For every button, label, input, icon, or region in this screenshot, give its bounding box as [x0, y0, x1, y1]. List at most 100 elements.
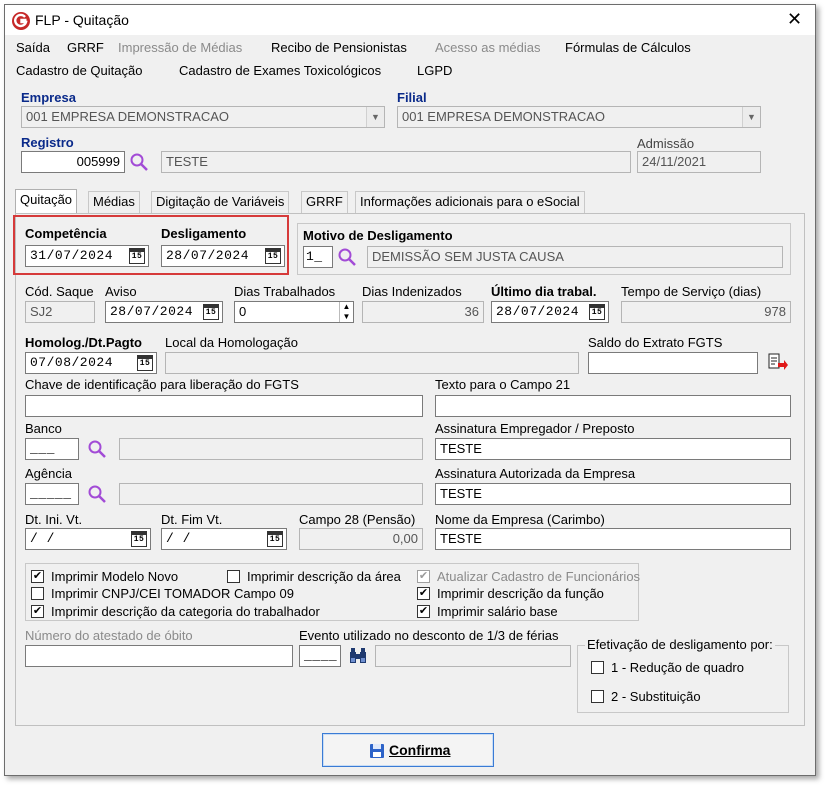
checkbox-salario-base[interactable]: ✔ — [417, 605, 430, 618]
texto-campo21-input[interactable] — [435, 395, 791, 417]
tab-grrf[interactable]: GRRF — [301, 191, 348, 213]
assinatura-empregador-input[interactable]: TESTE — [435, 438, 791, 460]
save-icon — [370, 744, 384, 758]
motivo-code-input[interactable]: 1_ — [303, 246, 333, 268]
filial-label: Filial — [397, 90, 427, 105]
spinner-icon[interactable]: ▲ ▼ — [339, 302, 353, 322]
atestado-obito-input[interactable] — [25, 645, 293, 667]
checkbox-descricao-area-label: Imprimir descrição da área — [247, 569, 401, 584]
desligamento-label: Desligamento — [161, 226, 247, 241]
export-doc-icon[interactable] — [767, 353, 789, 373]
confirma-button[interactable]: Confirma — [322, 733, 494, 767]
checkbox-descricao-funcao[interactable]: ✔ — [417, 587, 430, 600]
agencia-nome-field — [119, 483, 423, 505]
local-homolog-label: Local da Homologação — [165, 335, 298, 350]
nome-empresa-label: Nome da Empresa (Carimbo) — [435, 512, 605, 527]
checkbox-substituicao[interactable] — [591, 690, 604, 703]
registro-input[interactable]: 005999 — [21, 151, 125, 173]
menu-acesso-medias: Acesso as médias — [435, 40, 541, 55]
registro-nome-field: TESTE — [161, 151, 631, 173]
checkbox-cnpj-tomador-label: Imprimir CNPJ/CEI TOMADOR Campo 09 — [51, 586, 294, 601]
filial-select[interactable]: 001 EMPRESA DEMONSTRACAO ▼ — [397, 106, 761, 128]
dias-trabalhados-input[interactable]: 0 ▲ ▼ — [234, 301, 354, 323]
menu-lgpd[interactable]: LGPD — [417, 63, 452, 78]
ultimo-dia-input[interactable]: 28/07/2024 15 — [491, 301, 609, 323]
tab-digitacao-variaveis[interactable]: Digitação de Variáveis — [151, 191, 290, 213]
checkbox-categoria-trabalhador-label: Imprimir descrição da categoria do traba… — [51, 604, 320, 619]
tempo-servico-field: 978 — [621, 301, 791, 323]
cod-saque-label: Cód. Saque — [25, 284, 94, 299]
campo28-field: 0,00 — [299, 528, 423, 550]
motivo-desc-field: DEMISSÃO SEM JUSTA CAUSA — [367, 246, 783, 268]
menu-recibo-pensionistas[interactable]: Recibo de Pensionistas — [271, 40, 407, 55]
menu-cadastro-exames[interactable]: Cadastro de Exames Toxicológicos — [179, 63, 381, 78]
aviso-label: Aviso — [105, 284, 137, 299]
dt-ini-vt-input[interactable]: / / 15 — [25, 528, 151, 550]
agencia-label: Agência — [25, 466, 72, 481]
search-icon[interactable] — [129, 152, 149, 172]
evento-ferias-desc-field — [375, 645, 571, 667]
admissao-label: Admissão — [637, 136, 695, 151]
search-icon[interactable] — [87, 439, 107, 459]
dt-ini-vt-label: Dt. Ini. Vt. — [25, 512, 83, 527]
checkbox-modelo-novo-label: Imprimir Modelo Novo — [51, 569, 179, 584]
atestado-obito-label: Número do atestado de óbito — [25, 628, 193, 643]
checkbox-cnpj-tomador[interactable] — [31, 587, 44, 600]
nome-empresa-input[interactable]: TESTE — [435, 528, 791, 550]
empresa-select[interactable]: 001 EMPRESA DEMONSTRACAO ▼ — [21, 106, 385, 128]
search-icon[interactable] — [87, 484, 107, 504]
competencia-input[interactable]: 31/07/2024 15 — [25, 245, 149, 267]
app-logo-icon — [12, 12, 30, 30]
tab-quitacao[interactable]: Quitação — [15, 189, 78, 213]
menu-cadastro-quitacao[interactable]: Cadastro de Quitação — [16, 63, 142, 78]
banco-nome-field — [119, 438, 423, 460]
motivo-label: Motivo de Desligamento — [303, 228, 453, 243]
calendar-icon[interactable]: 15 — [267, 531, 283, 547]
binoculars-icon[interactable] — [348, 647, 368, 665]
dias-trabalhados-label: Dias Trabalhados — [234, 284, 336, 299]
calendar-icon[interactable]: 15 — [137, 355, 153, 371]
ultimo-dia-label: Último dia trabal. — [491, 284, 597, 299]
tab-info-esocial[interactable]: Informações adicionais para o eSocial — [355, 191, 585, 213]
checkbox-categoria-trabalhador[interactable]: ✔ — [31, 605, 44, 618]
calendar-icon[interactable]: 15 — [203, 304, 219, 320]
homolog-input[interactable]: 07/08/2024 15 — [25, 352, 157, 374]
empresa-label: Empresa — [21, 90, 76, 105]
dias-indenizados-field: 36 — [362, 301, 484, 323]
calendar-icon[interactable]: 15 — [131, 531, 147, 547]
desligamento-input[interactable]: 28/07/2024 15 — [161, 245, 285, 267]
menu-impressao-medias: Impressão de Médias — [118, 40, 243, 55]
assinatura-empregador-label: Assinatura Empregador / Preposto — [435, 421, 635, 436]
menu-formulas-calculos[interactable]: Fórmulas de Cálculos — [565, 40, 691, 55]
cod-saque-field: SJ2 — [25, 301, 95, 323]
checkbox-descricao-funcao-label: Imprimir descrição da função — [437, 586, 604, 601]
chevron-down-icon[interactable]: ▼ — [366, 107, 384, 127]
saldo-fgts-input[interactable] — [588, 352, 758, 374]
assinatura-autorizada-input[interactable]: TESTE — [435, 483, 791, 505]
title-bar: FLP - Quitação ✕ — [5, 5, 815, 35]
calendar-icon[interactable]: 15 — [129, 248, 145, 264]
search-icon[interactable] — [337, 247, 357, 267]
aviso-input[interactable]: 28/07/2024 15 — [105, 301, 223, 323]
menu-grrf[interactable]: GRRF — [67, 40, 104, 55]
menu-saida[interactable]: Saída — [16, 40, 50, 55]
dt-fim-vt-input[interactable]: / / 15 — [161, 528, 287, 550]
texto-campo21-label: Texto para o Campo 21 — [435, 377, 571, 392]
tab-medias[interactable]: Médias — [88, 191, 140, 213]
checkbox-descricao-area[interactable] — [227, 570, 240, 583]
calendar-icon[interactable]: 15 — [265, 248, 281, 264]
evento-ferias-input[interactable]: ____ — [299, 645, 341, 667]
close-icon[interactable]: ✕ — [787, 9, 802, 30]
checkbox-modelo-novo[interactable]: ✔ — [31, 570, 44, 583]
banco-input[interactable]: ___ — [25, 438, 79, 460]
checkbox-atualizar-cadastro: ✔ — [417, 570, 430, 583]
chave-fgts-input[interactable] — [25, 395, 423, 417]
checkbox-atualizar-cadastro-label: Atualizar Cadastro de Funcionários — [437, 569, 641, 584]
agencia-input[interactable]: _____ — [25, 483, 79, 505]
efetivacao-label: Efetivação de desligamento por: — [585, 637, 775, 652]
chave-fgts-label: Chave de identificação para liberação do… — [25, 377, 299, 392]
checkbox-reducao-quadro[interactable] — [591, 661, 604, 674]
chevron-down-icon[interactable]: ▼ — [742, 107, 760, 127]
evento-ferias-label: Evento utilizado no desconto de 1/3 de f… — [299, 628, 559, 643]
calendar-icon[interactable]: 15 — [589, 304, 605, 320]
